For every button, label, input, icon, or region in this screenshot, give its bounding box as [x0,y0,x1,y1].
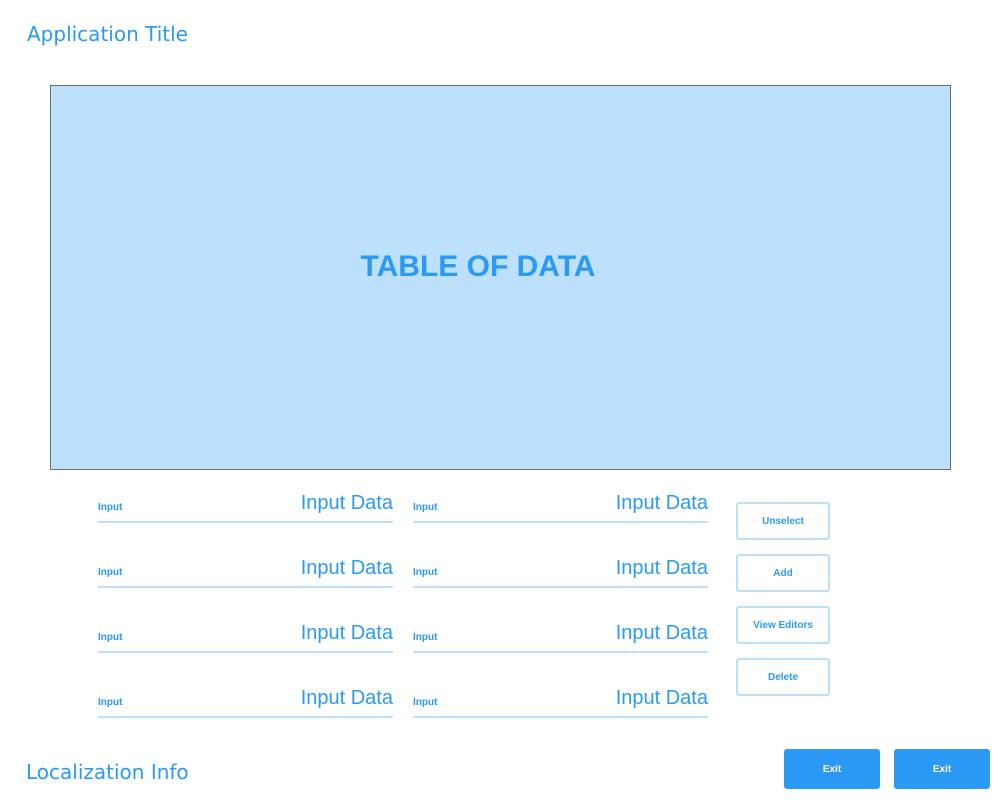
field-label: Input [98,502,123,513]
field-input[interactable] [508,687,708,710]
data-table[interactable]: TABLE OF DATA [50,85,951,470]
add-button[interactable]: Add [736,554,830,592]
input-field-7[interactable]: Input [413,615,708,653]
field-input[interactable] [193,622,393,645]
field-label: Input [413,567,438,578]
delete-button[interactable]: Delete [736,658,830,696]
input-field-4[interactable]: Input [98,680,393,718]
unselect-button[interactable]: Unselect [736,502,830,540]
field-label: Input [98,567,123,578]
exit-button-1[interactable]: Exit [784,749,880,789]
input-field-1[interactable]: Input [98,485,393,523]
field-label: Input [413,502,438,513]
table-placeholder: TABLE OF DATA [360,249,596,283]
exit-button-2[interactable]: Exit [894,749,990,789]
field-input[interactable] [508,492,708,515]
app-title: Application Title [27,22,188,46]
view-editors-button[interactable]: View Editors [736,606,830,644]
field-label: Input [98,632,123,643]
input-field-2[interactable]: Input [98,550,393,588]
field-input[interactable] [193,492,393,515]
input-field-3[interactable]: Input [98,615,393,653]
field-input[interactable] [193,557,393,580]
field-label: Input [98,697,123,708]
input-field-5[interactable]: Input [413,485,708,523]
input-field-6[interactable]: Input [413,550,708,588]
field-label: Input [413,697,438,708]
localization-info: Localization Info [26,760,189,784]
field-input[interactable] [508,622,708,645]
field-input[interactable] [508,557,708,580]
input-field-8[interactable]: Input [413,680,708,718]
field-input[interactable] [193,687,393,710]
field-label: Input [413,632,438,643]
